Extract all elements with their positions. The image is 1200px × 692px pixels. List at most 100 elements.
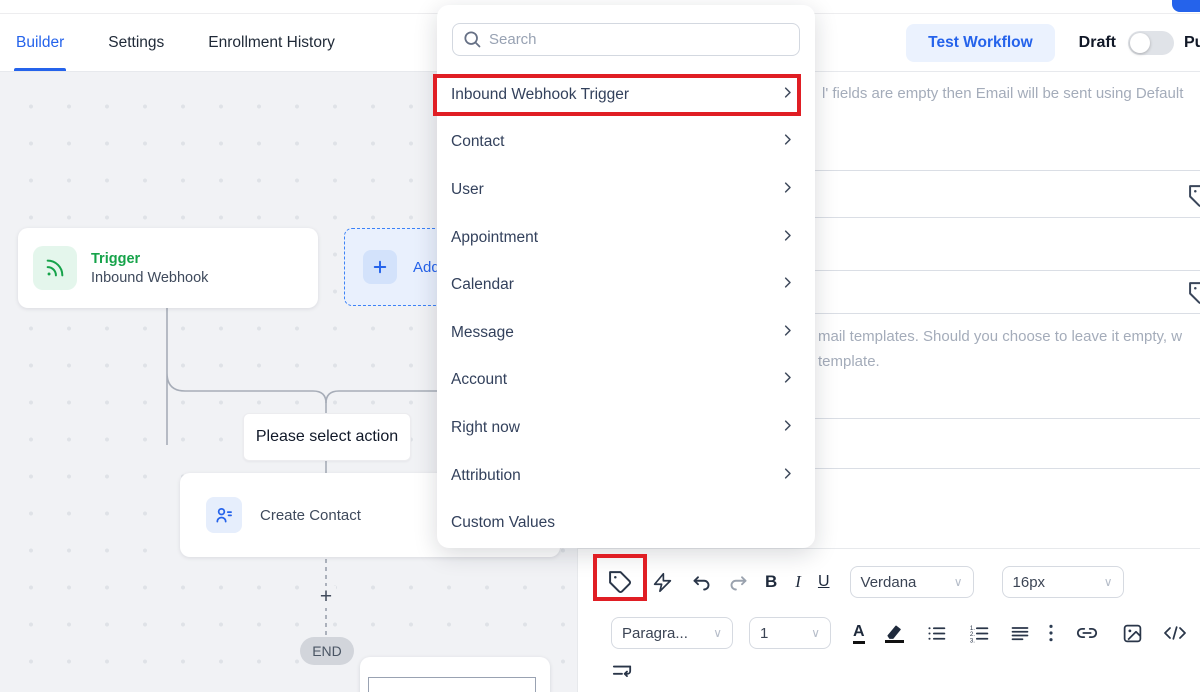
paragraph-select[interactable]: Paragra...∨: [611, 617, 733, 649]
undo-icon[interactable]: [691, 572, 712, 593]
font-family-select[interactable]: Verdana ∨: [850, 566, 974, 598]
menu-item-appointment[interactable]: Appointment: [437, 214, 815, 262]
chevron-right-icon: [780, 323, 795, 343]
toolbar-row-1: B I U Verdana ∨ 16px ∨: [578, 549, 1200, 602]
trigger-node-subtitle: Inbound Webhook: [91, 270, 208, 286]
toolbar-row-2: Paragra...∨ 1∨ A 1.2.3.: [578, 602, 1200, 649]
field-divider: [815, 170, 1200, 171]
chevron-down-icon: ∨: [1104, 575, 1113, 589]
chevron-right-icon: [780, 275, 795, 295]
align-icon[interactable]: [1010, 623, 1030, 643]
rss-trigger-icon: [33, 246, 77, 290]
trigger-node[interactable]: Trigger Inbound Webhook: [18, 228, 318, 308]
test-workflow-button[interactable]: Test Workflow: [906, 24, 1055, 62]
create-contact-label: Create Contact: [260, 507, 361, 524]
line-height-select[interactable]: 1∨: [749, 617, 831, 649]
menu-item-contact[interactable]: Contact: [437, 119, 815, 167]
underline-button[interactable]: U: [818, 573, 830, 591]
search-icon: [462, 29, 482, 54]
menu-item-right-now[interactable]: Right now: [437, 404, 815, 452]
tag-icon[interactable]: [600, 562, 640, 602]
chevron-right-icon: [780, 180, 795, 200]
publish-label-clipped: Pu: [1184, 34, 1200, 52]
draft-label: Draft: [1079, 34, 1116, 52]
trigger-picker-dropdown: Inbound Webhook Trigger Contact User App…: [437, 5, 815, 548]
menu-item-custom-values[interactable]: Custom Values: [437, 499, 815, 547]
partial-node-inner-box: [368, 677, 536, 692]
image-icon[interactable]: [1122, 623, 1143, 644]
field-divider: [815, 217, 1200, 218]
select-action-prompt: Please select action: [243, 413, 411, 461]
add-label: Add: [413, 259, 440, 276]
zap-icon[interactable]: [652, 572, 673, 593]
menu-item-calendar[interactable]: Calendar: [437, 261, 815, 309]
redo-icon[interactable]: [728, 572, 749, 593]
menu-item-label: Custom Values: [451, 514, 555, 532]
font-family-value: Verdana: [861, 574, 917, 591]
bullet-list-icon[interactable]: [926, 623, 947, 644]
tab-settings[interactable]: Settings: [108, 14, 164, 71]
trigger-node-title: Trigger: [91, 251, 208, 267]
chevron-right-icon: [780, 228, 795, 248]
trigger-node-texts: Trigger Inbound Webhook: [91, 251, 208, 286]
chevron-right-icon: [780, 466, 795, 486]
menu-item-message[interactable]: Message: [437, 309, 815, 357]
chevron-down-icon: ∨: [713, 626, 722, 640]
tab-builder[interactable]: Builder: [16, 14, 64, 71]
menu-item-account[interactable]: Account: [437, 357, 815, 405]
menu-item-label: Calendar: [451, 276, 514, 294]
chevron-right-icon: [780, 85, 795, 105]
line-height-value: 1: [760, 625, 768, 642]
helper-text-line-2: template.: [818, 349, 1182, 374]
field-divider: [815, 418, 1200, 419]
tab-group: Builder Settings Enrollment History: [0, 14, 335, 71]
field-divider: [815, 468, 1200, 469]
helper-text-line-1: mail templates. Should you choose to lea…: [818, 324, 1182, 349]
chevron-right-icon: [780, 370, 795, 390]
contact-person-icon: [206, 497, 242, 533]
cut-off-blue-button[interactable]: [1172, 0, 1200, 12]
helper-text-templates: mail templates. Should you choose to lea…: [818, 324, 1182, 374]
italic-button[interactable]: I: [795, 572, 801, 592]
menu-item-label: User: [451, 181, 484, 199]
add-step-plus[interactable]: +: [316, 586, 336, 608]
chevron-right-icon: [780, 418, 795, 438]
menu-item-label: Contact: [451, 133, 504, 151]
end-badge: END: [300, 637, 354, 665]
rich-text-editor-toolbar: B I U Verdana∨ 16px∨ Paragra...∨ 1∨ A: [577, 548, 1200, 692]
numbered-list-icon[interactable]: 1.2.3.: [969, 623, 990, 644]
field-divider: [815, 270, 1200, 271]
helper-text-default-email: l' fields are empty then Email will be s…: [822, 81, 1183, 106]
code-icon[interactable]: [1163, 623, 1187, 643]
merge-field-tag-icon[interactable]: [1188, 281, 1200, 311]
merge-field-tag-icon[interactable]: [1188, 184, 1200, 214]
toolbar-row-3: [578, 649, 1200, 682]
font-size-select[interactable]: 16px ∨: [1002, 566, 1124, 598]
highlighter-icon[interactable]: [885, 623, 904, 643]
bold-button[interactable]: B: [765, 572, 777, 592]
text-wrap-icon[interactable]: [611, 662, 633, 682]
more-vertical-icon[interactable]: [1048, 623, 1054, 643]
link-icon[interactable]: [1076, 622, 1098, 644]
chevron-right-icon: [780, 132, 795, 152]
menu-item-label: Account: [451, 371, 507, 389]
menu-item-inbound-webhook-trigger[interactable]: Inbound Webhook Trigger: [437, 71, 815, 119]
tab-bar-actions: Test Workflow Draft Pu: [906, 14, 1200, 72]
publish-toggle[interactable]: [1128, 31, 1174, 55]
chevron-down-icon: ∨: [954, 575, 963, 589]
text-color-button[interactable]: A: [853, 623, 865, 644]
chevron-down-icon: ∨: [811, 626, 820, 640]
svg-text:3.: 3.: [969, 637, 974, 644]
toggle-knob: [1130, 33, 1150, 53]
email-settings-panel: l' fields are empty then Email will be s…: [815, 72, 1200, 548]
workflow-builder-screen: Builder Settings Enrollment History Test…: [0, 0, 1200, 692]
menu-item-attribution[interactable]: Attribution: [437, 452, 815, 500]
menu-item-label: Inbound Webhook Trigger: [451, 86, 629, 104]
tab-enrollment-history[interactable]: Enrollment History: [208, 14, 335, 71]
field-divider: [815, 313, 1200, 314]
menu-item-user[interactable]: User: [437, 166, 815, 214]
menu-item-label: Right now: [451, 419, 520, 437]
font-size-value: 16px: [1013, 574, 1046, 591]
search-input[interactable]: [452, 23, 800, 56]
menu-item-label: Message: [451, 324, 514, 342]
